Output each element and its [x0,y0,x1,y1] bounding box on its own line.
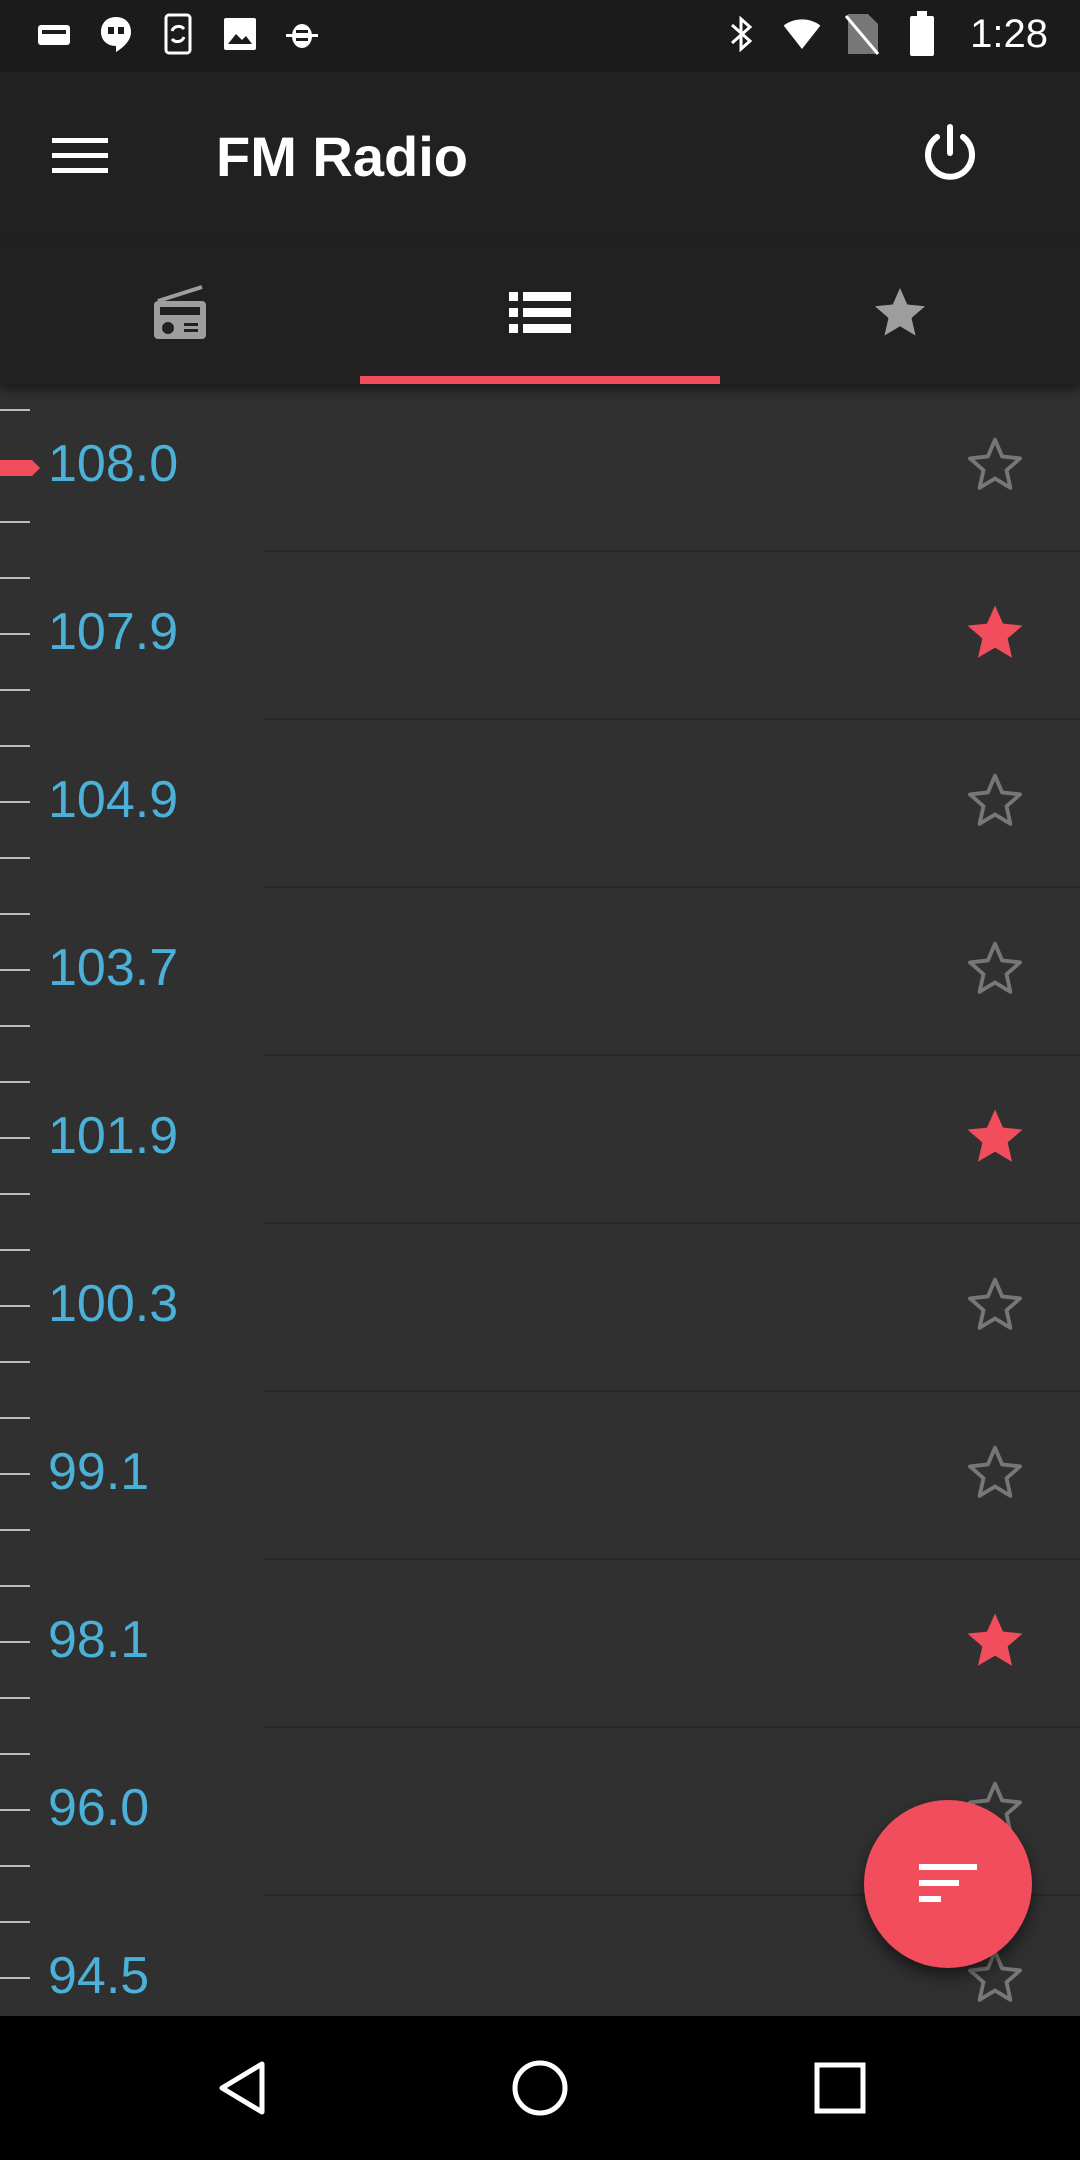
station-frequency: 103.7 [48,939,179,997]
favorite-star-outline-icon[interactable] [960,1270,1030,1340]
favorite-star-outline-icon[interactable] [960,934,1030,1004]
hamburger-icon [52,138,108,173]
wifi-icon [782,10,822,58]
favorite-star-outline-icon[interactable] [960,430,1030,500]
favorite-star-outline-icon[interactable] [960,1438,1030,1508]
station-list[interactable]: 108.0 107.9 104.9 103.7 101.9 100.3 99.1 98.1 96… [0,384,1080,2016]
home-button[interactable] [500,2048,580,2128]
phone-sync-icon [158,10,198,58]
favorite-star-filled-icon[interactable] [960,1606,1030,1676]
station-row[interactable]: 103.7 [0,888,1080,1056]
recents-button[interactable] [800,2048,880,2128]
list-icon [509,292,571,333]
station-row[interactable]: 98.1 [0,1560,1080,1728]
app-toolbar: FM Radio [0,72,1080,242]
station-frequency: 107.9 [48,603,179,661]
station-frequency: 104.9 [48,771,179,829]
card-icon [34,10,74,58]
radio-icon [154,285,206,339]
bug-icon [282,10,322,58]
menu-button[interactable] [40,120,120,192]
station-row[interactable]: 101.9 [0,1056,1080,1224]
tab-bar [0,242,1080,384]
page-title: FM Radio [216,125,468,188]
station-frequency: 100.3 [48,1275,179,1333]
favorite-star-filled-icon[interactable] [960,1102,1030,1172]
home-icon [512,2060,568,2116]
station-frequency: 108.0 [48,435,179,493]
favorite-star-outline-icon[interactable] [960,766,1030,836]
tab-station-list[interactable] [360,242,720,384]
station-frequency: 96.0 [48,1779,150,1837]
back-icon [219,2061,265,2115]
station-row[interactable]: 100.3 [0,1224,1080,1392]
sort-button[interactable] [864,1800,1032,1968]
recents-icon [814,2062,866,2114]
no-sim-icon [842,10,882,58]
station-row[interactable]: 108.0 [0,384,1080,552]
station-row[interactable]: 104.9 [0,720,1080,888]
station-frequency: 98.1 [48,1611,150,1669]
hangouts-icon [96,10,136,58]
station-row[interactable]: 107.9 [0,552,1080,720]
favorite-star-filled-icon[interactable] [960,598,1030,668]
clock: 1:28 [970,11,1048,56]
station-frequency: 94.5 [48,1947,150,2005]
tab-favorites[interactable] [720,242,1080,384]
navigation-bar [0,2016,1080,2160]
power-icon [925,124,975,180]
bluetooth-icon [722,10,762,58]
star-icon [875,288,925,336]
tab-indicator [360,376,720,384]
image-icon [220,10,260,58]
tab-radio[interactable] [0,242,360,384]
back-button[interactable] [202,2048,282,2128]
station-frequency: 101.9 [48,1107,179,1165]
station-frequency: 99.1 [48,1443,150,1501]
station-row[interactable]: 99.1 [0,1392,1080,1560]
power-button[interactable] [910,114,990,194]
sort-icon [919,1864,977,1902]
status-bar: 1:28 [0,0,1080,72]
battery-icon [902,10,942,58]
